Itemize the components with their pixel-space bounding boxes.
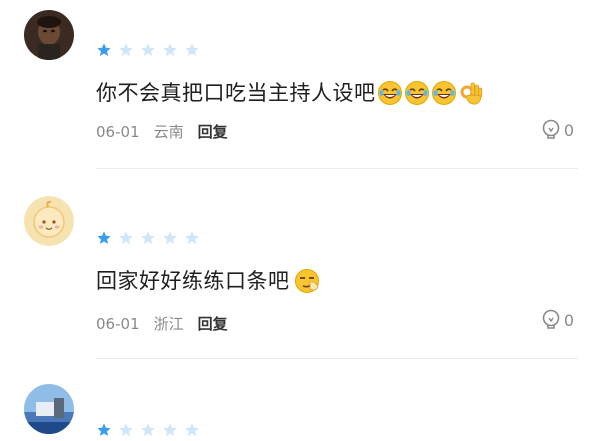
star-empty-icon bbox=[119, 43, 133, 56]
comment-meta: 06-01 云南 回复 bbox=[96, 122, 228, 142]
comment-item bbox=[0, 370, 600, 441]
comment-date: 06-01 bbox=[96, 315, 140, 333]
comment-location: 浙江 bbox=[153, 315, 184, 333]
comment-text: 你不会真把口吃当主持人设吧 bbox=[96, 78, 484, 108]
star-filled-icon bbox=[97, 231, 111, 244]
rating-stars bbox=[96, 42, 200, 58]
divider bbox=[96, 358, 578, 359]
ok-hand-emoji bbox=[458, 80, 484, 106]
comment-item: 回家好好练练口条吧 06-01 浙江 回复 0 bbox=[0, 180, 600, 370]
star-empty-icon bbox=[141, 231, 155, 244]
star-empty-icon bbox=[185, 423, 199, 436]
star-filled-icon bbox=[97, 423, 111, 436]
reply-button[interactable]: 回复 bbox=[198, 122, 228, 142]
rofl-emoji bbox=[431, 80, 457, 106]
comment-text-content: 回家好好练练口条吧 bbox=[96, 269, 290, 293]
rating-stars bbox=[96, 422, 200, 438]
reply-button[interactable]: 回复 bbox=[198, 314, 228, 334]
star-empty-icon bbox=[185, 231, 199, 244]
like-button[interactable]: 0 bbox=[541, 308, 574, 332]
star-empty-icon bbox=[163, 43, 177, 56]
star-empty-icon bbox=[119, 231, 133, 244]
lightbulb-like-icon bbox=[542, 309, 560, 329]
user-avatar[interactable] bbox=[24, 384, 74, 434]
star-empty-icon bbox=[141, 423, 155, 436]
star-empty-icon bbox=[163, 231, 177, 244]
star-filled-icon bbox=[97, 43, 111, 56]
star-empty-icon bbox=[163, 423, 177, 436]
divider bbox=[96, 168, 578, 169]
user-avatar[interactable] bbox=[24, 10, 74, 60]
star-empty-icon bbox=[141, 43, 155, 56]
comment-date: 06-01 bbox=[96, 123, 140, 141]
like-count: 0 bbox=[563, 310, 574, 330]
star-empty-icon bbox=[185, 43, 199, 56]
comment-location: 云南 bbox=[153, 123, 184, 141]
comment-meta: 06-01 浙江 回复 bbox=[96, 314, 228, 334]
rofl-emoji bbox=[404, 80, 430, 106]
like-button[interactable]: 0 bbox=[541, 118, 574, 142]
comment-item: 你不会真把口吃当主持人设吧 06-01 云南 回复 0 bbox=[0, 0, 600, 180]
rofl-emoji bbox=[377, 80, 403, 106]
user-avatar[interactable] bbox=[24, 196, 74, 246]
like-count: 0 bbox=[563, 120, 574, 140]
comment-text: 回家好好练练口条吧 bbox=[96, 266, 320, 296]
star-empty-icon bbox=[119, 423, 133, 436]
comment-text-content: 你不会真把口吃当主持人设吧 bbox=[96, 81, 376, 105]
lightbulb-like-icon bbox=[542, 119, 560, 139]
smirk-emoji bbox=[294, 268, 320, 294]
rating-stars bbox=[96, 230, 200, 246]
